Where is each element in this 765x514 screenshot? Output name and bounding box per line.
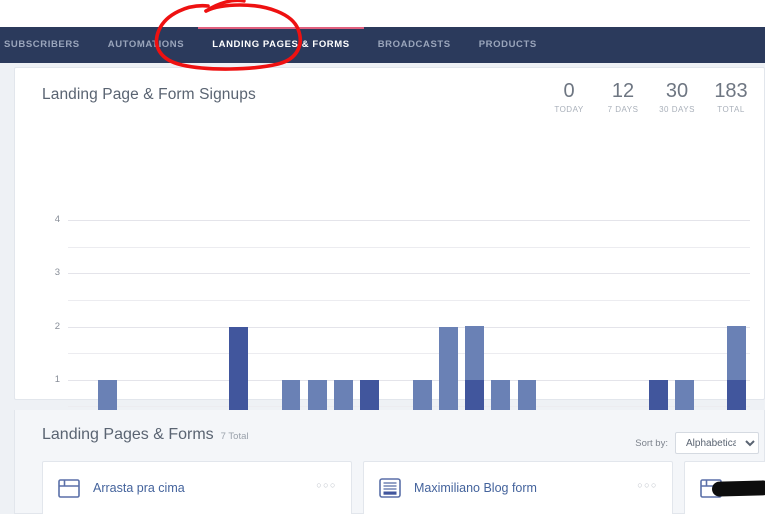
nav-item-landing-pages-and-forms[interactable]: LANDING PAGES & FORMS (198, 27, 364, 63)
list-item-menu-button[interactable]: ○○○ (316, 480, 337, 490)
sort-control: Sort by: Alphabetical (635, 432, 759, 454)
y-axis-tick: 1 (54, 373, 60, 385)
nav-label: LANDING PAGES & FORMS (212, 39, 350, 50)
landing-page-icon (57, 477, 81, 499)
y-axis-tick: 4 (54, 214, 60, 225)
gridline (68, 353, 750, 354)
gridline (68, 247, 750, 248)
y-axis-tick: 3 (54, 267, 60, 279)
card-row: Maximiliano Blog form (378, 474, 660, 502)
list-title: Landing Pages & Forms (42, 426, 214, 443)
bar-segment-forms (727, 326, 747, 380)
top-white-strip (0, 0, 765, 27)
form-icon (378, 477, 402, 499)
nav-item-broadcasts[interactable]: BROADCASTS (364, 27, 465, 63)
y-axis-tick: 2 (54, 320, 60, 332)
list-item[interactable]: Arrasta pra cima ○○○ (42, 461, 352, 514)
nav-label: PRODUCTS (478, 39, 537, 50)
nav-label: AUTOMATIONS (107, 39, 185, 50)
bar-segment-forms (465, 326, 484, 380)
gridline (68, 273, 750, 274)
nav-label: BROADCASTS (377, 39, 451, 50)
list-item-title: Maximiliano Blog form (414, 481, 537, 495)
list-item-title: Arrasta pra cima (93, 481, 185, 495)
list-item-menu-button[interactable]: ○○○ (637, 480, 658, 490)
main-navigation: SUBSCRIBERS AUTOMATIONS LANDING PAGES & … (0, 27, 765, 63)
gridline (68, 300, 750, 301)
sort-by-select[interactable]: Alphabetical (675, 432, 759, 454)
nav-item-automations[interactable]: AUTOMATIONS (94, 27, 198, 63)
gridline (68, 327, 750, 328)
nav-label: SUBSCRIBERS (4, 39, 80, 50)
redaction-scribble (711, 480, 765, 497)
gridline (68, 380, 750, 381)
nav-item-products[interactable]: PRODUCTS (465, 27, 551, 63)
nav-item-subscribers[interactable]: SUBSCRIBERS (0, 27, 94, 63)
landing-pages-and-forms-panel: Landing Pages & Forms 7 Total Sort by: A… (14, 410, 765, 514)
card-row: Arrasta pra cima (57, 474, 339, 502)
signups-chart-panel: Landing Page & Form Signups 0 TODAY 12 7… (14, 67, 765, 450)
sort-by-label: Sort by: (635, 437, 668, 449)
list-item[interactable]: Maximiliano Blog form ○○○ (363, 461, 673, 514)
list-count: 7 Total (220, 431, 249, 442)
bar-chart-plot: 01234May 06May 08May 10May 12May 14May 1… (15, 68, 765, 450)
list-header: Landing Pages & Forms 7 Total (42, 426, 248, 444)
gridline (68, 220, 750, 221)
gridline (68, 406, 750, 407)
